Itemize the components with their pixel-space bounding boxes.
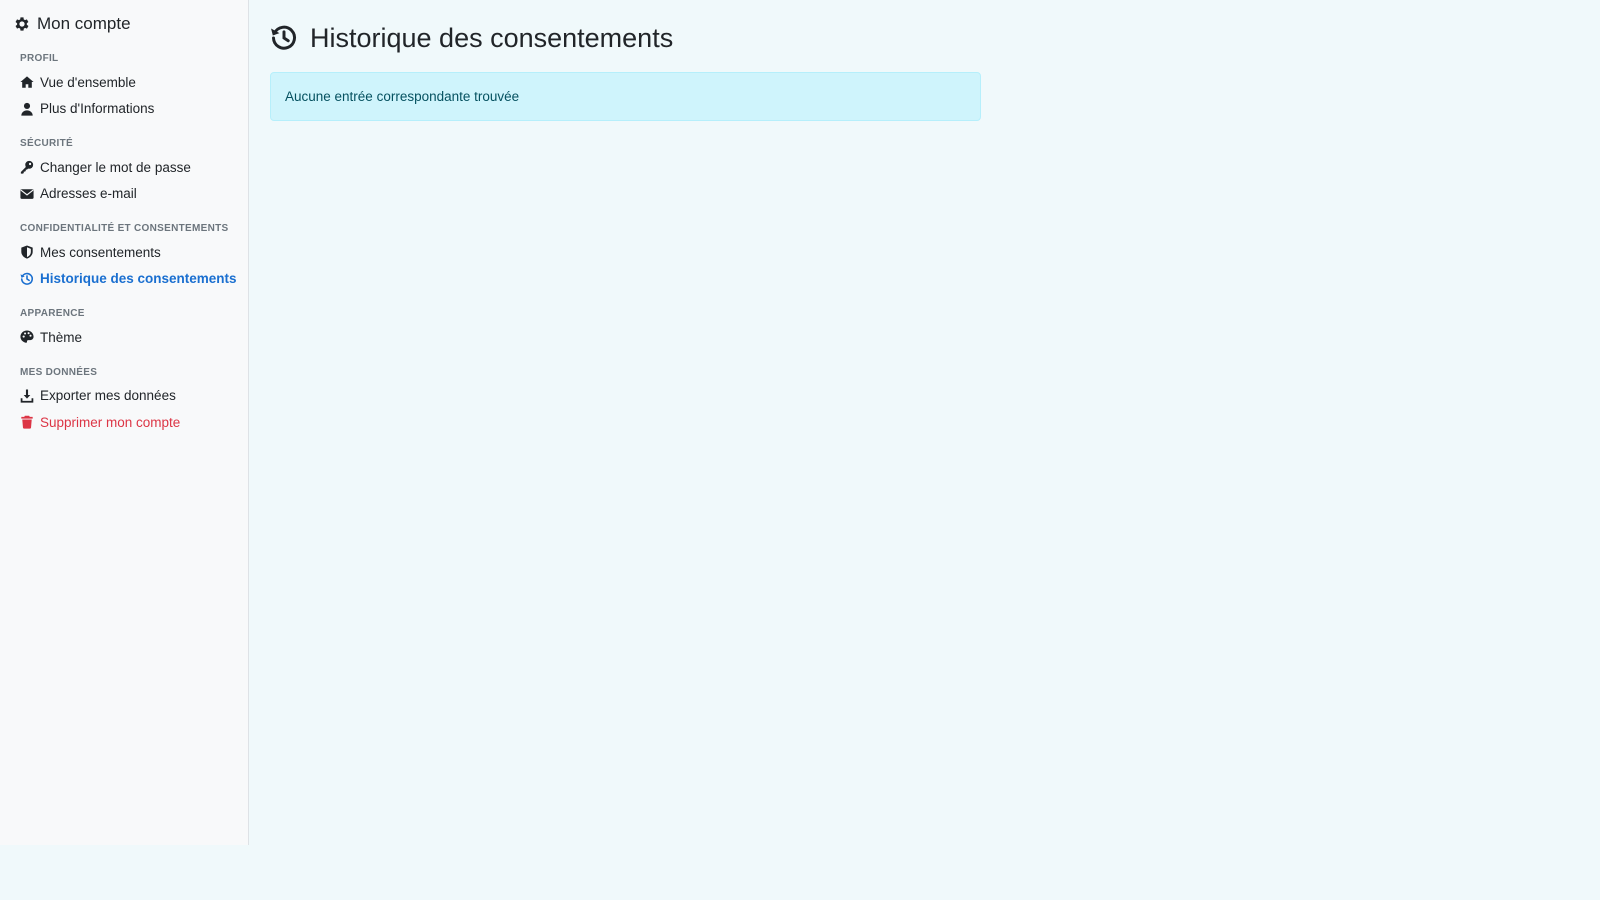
main-content: Historique des consentements Aucune entr… (249, 0, 1600, 900)
section-label-profil: PROFIL (20, 53, 59, 64)
download-icon (20, 389, 34, 403)
section-label-apparence: APPARENCE (20, 308, 85, 319)
history-icon (20, 272, 34, 286)
sidebar-item-label: Plus d'Informations (40, 101, 155, 117)
sidebar-item-label: Adresses e-mail (40, 186, 137, 202)
sidebar: Mon compte PROFIL Vue d'ensemble Plus d'… (0, 0, 249, 845)
shield-icon (20, 245, 34, 259)
sidebar-title: Mon compte (0, 13, 248, 35)
page-title-text: Historique des consentements (310, 22, 674, 53)
alert-message: Aucune entrée correspondante trouvée (285, 89, 520, 104)
section-label-securite: SÉCURITÉ (20, 138, 73, 149)
page-title: Historique des consentements (270, 20, 1600, 56)
sidebar-item-theme[interactable]: Thème (0, 324, 248, 351)
gear-icon (13, 15, 31, 33)
envelope-icon (20, 187, 34, 201)
trash-icon (20, 415, 34, 429)
app-layout: Mon compte PROFIL Vue d'ensemble Plus d'… (0, 0, 1600, 900)
empty-state-alert: Aucune entrée correspondante trouvée (270, 72, 981, 121)
sidebar-item-export-data[interactable]: Exporter mes données (0, 383, 248, 410)
sidebar-item-label: Exporter mes données (40, 388, 176, 404)
sidebar-item-label: Historique des consentements (40, 271, 237, 287)
sidebar-item-email-addresses[interactable]: Adresses e-mail (0, 181, 248, 208)
sidebar-item-delete-account[interactable]: Supprimer mon compte (0, 409, 248, 436)
palette-icon (20, 330, 34, 344)
sidebar-item-label: Mes consentements (40, 244, 161, 260)
sidebar-item-more-info[interactable]: Plus d'Informations (0, 96, 248, 123)
section-label-mes-donnees: MES DONNÉES (20, 366, 98, 378)
sidebar-item-label: Thème (40, 329, 83, 345)
sidebar-item-label: Vue d'ensemble (40, 74, 136, 90)
sidebar-item-overview[interactable]: Vue d'ensemble (0, 69, 248, 96)
history-icon (270, 24, 298, 52)
key-icon (20, 160, 34, 174)
sidebar-item-change-password[interactable]: Changer le mot de passe (0, 154, 248, 181)
user-icon (20, 102, 34, 116)
sidebar-title-text: Mon compte (37, 14, 131, 33)
sidebar-item-label: Supprimer mon compte (40, 414, 181, 430)
sidebar-item-my-consents[interactable]: Mes consentements (0, 239, 248, 266)
house-icon (20, 75, 34, 89)
sidebar-item-consent-history[interactable]: Historique des consentements (0, 266, 248, 293)
sidebar-item-label: Changer le mot de passe (40, 159, 191, 175)
section-label-confidentialite: CONFIDENTIALITÉ ET CONSENTEMENTS (20, 223, 229, 234)
